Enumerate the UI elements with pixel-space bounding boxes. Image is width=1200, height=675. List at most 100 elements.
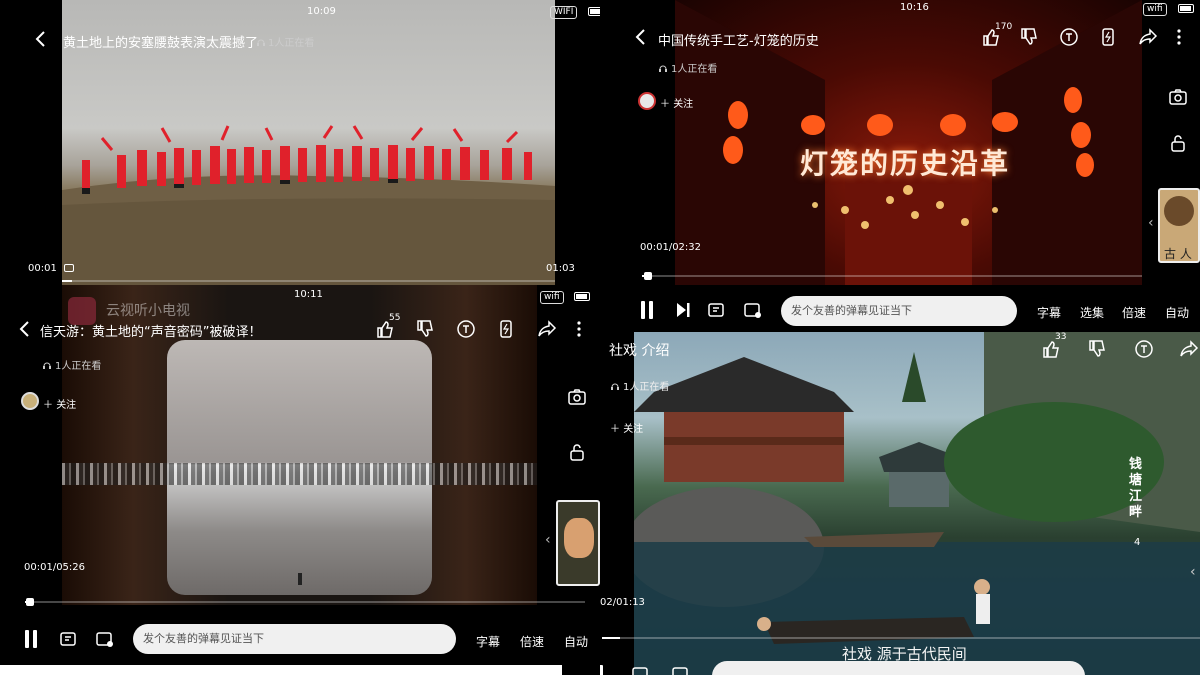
video-panel-lantern: 灯笼的历史沿革 10:16 wifi 中国传统手工艺-灯笼的历史 170 1人正…: [600, 0, 1200, 332]
watermark-text: 云视听小电视: [106, 303, 190, 319]
noise-band: [62, 463, 537, 485]
progress-fill: [602, 637, 620, 639]
share-icon[interactable]: [1137, 26, 1159, 48]
like-count: 55: [389, 313, 401, 323]
coin-icon[interactable]: [1133, 338, 1155, 360]
listen-icon: [611, 383, 619, 390]
video-panel-xintianyou: 云视听小电视 10:11 wifi 信天游：黄土地的“声音密码”被破译！ 55 …: [0, 285, 600, 675]
dislike-icon[interactable]: [1018, 26, 1040, 48]
pause-button[interactable]: [640, 301, 654, 319]
progress-knob[interactable]: [26, 598, 34, 606]
danmu-input[interactable]: 发个友善的弹幕见证当下: [133, 624, 456, 654]
battery-icon: [574, 292, 590, 301]
progress-bar[interactable]: [62, 280, 555, 282]
danmu-settings-icon[interactable]: [670, 663, 692, 675]
time-position: 02/01:13: [600, 597, 645, 608]
pause-button[interactable]: [600, 665, 604, 675]
battery-icon: [1178, 4, 1194, 13]
avatar[interactable]: [638, 92, 656, 110]
charge-icon[interactable]: [495, 318, 517, 340]
share-icon[interactable]: [1178, 338, 1200, 360]
water-town-scene: [634, 332, 1200, 675]
viewer-count-label: 1人正在看: [268, 38, 315, 49]
progress-bar[interactable]: [602, 637, 1200, 639]
unlock-icon[interactable]: [1167, 132, 1189, 154]
viewer-count: 1人正在看: [658, 60, 717, 75]
time-position: 00:01/05:26: [24, 562, 86, 573]
follow-label: 关注: [673, 99, 694, 110]
viewer-count: 1人正在看: [256, 34, 314, 49]
follow-label: 关注: [56, 400, 77, 411]
side-thumb-text: 古 人: [1164, 247, 1192, 261]
video-panel-shexi: 钱塘江畔 4 社戏 源于古代民间 社戏 介绍 33 1人正在看 ＋ 关注 ‹ 0…: [600, 332, 1200, 675]
danmu-toggle-icon[interactable]: [630, 663, 652, 675]
progress-bar[interactable]: [25, 601, 585, 603]
camera-icon[interactable]: [566, 386, 588, 408]
coin-icon[interactable]: [455, 318, 477, 340]
network-badge: WIFI: [550, 6, 578, 19]
video-title: 信天游：黄土地的“声音密码”被破译！: [40, 325, 262, 340]
dislike-icon[interactable]: [414, 318, 436, 340]
chevron-left-icon[interactable]: ‹: [1190, 564, 1196, 580]
chevron-left-icon[interactable]: ‹: [545, 532, 551, 548]
speed-button[interactable]: 倍速: [1122, 304, 1146, 321]
video-frame[interactable]: 钱塘江畔 4 社戏 源于古代民间: [634, 332, 1200, 675]
vertical-index: 4: [1134, 537, 1141, 548]
danmu-settings-icon[interactable]: [94, 628, 116, 650]
side-thumbnail[interactable]: 古 人: [1158, 188, 1200, 263]
thumbnail-figure: [1164, 196, 1194, 226]
danmu-input[interactable]: [712, 661, 1085, 675]
follow-button[interactable]: ＋ 关注: [610, 420, 643, 435]
time-position: 00:01/02:32: [640, 242, 702, 253]
progress-knob[interactable]: [644, 272, 652, 280]
status-time: 10:16: [900, 2, 929, 13]
coin-icon[interactable]: [1058, 26, 1080, 48]
auto-button[interactable]: 自动: [564, 633, 588, 650]
next-icon[interactable]: [672, 299, 694, 321]
camera-icon[interactable]: [1167, 86, 1189, 108]
more-icon[interactable]: [1168, 26, 1190, 48]
unlock-icon[interactable]: [566, 441, 588, 463]
video-panel-ansai: 10:09 WIFI 黄土地上的安塞腰鼓表演太震撼了 1人正在看 00:01 0…: [0, 0, 600, 285]
listen-icon: [43, 362, 51, 369]
more-icon[interactable]: [568, 318, 590, 340]
danmu-placeholder: 发个友善的弹幕见证当下: [791, 304, 912, 317]
auto-button[interactable]: 自动: [1165, 304, 1189, 321]
danmu-toggle-icon[interactable]: [706, 299, 728, 321]
danmu-input[interactable]: 发个友善的弹幕见证当下: [781, 296, 1017, 326]
like-count: 33: [1055, 332, 1067, 342]
subtitle-button[interactable]: 字幕: [1037, 304, 1061, 321]
progress-fill: [62, 280, 72, 282]
status-time: 10:11: [294, 289, 323, 300]
speed-button[interactable]: 倍速: [520, 633, 544, 650]
battery-icon: [588, 7, 600, 16]
progress-bar[interactable]: [642, 275, 1142, 277]
pause-button[interactable]: [24, 630, 38, 648]
viewer-count: 1人正在看: [610, 378, 669, 393]
share-icon[interactable]: [536, 318, 558, 340]
chevron-left-icon[interactable]: ‹: [1148, 215, 1154, 231]
back-icon[interactable]: [630, 26, 652, 48]
side-thumbnail[interactable]: [556, 500, 600, 586]
bottom-bar: [0, 665, 562, 675]
network-badge: wifi: [1143, 3, 1167, 16]
charge-icon[interactable]: [1097, 26, 1119, 48]
video-title: 中国传统手工艺-灯笼的历史: [658, 34, 819, 49]
dislike-icon[interactable]: [1086, 338, 1108, 360]
danmu-mini-icon[interactable]: [64, 264, 74, 272]
follow-button[interactable]: ＋ 关注: [660, 95, 693, 110]
episodes-button[interactable]: 选集: [1080, 304, 1104, 321]
figure-silhouette: [298, 573, 302, 585]
follow-button[interactable]: ＋ 关注: [43, 396, 76, 411]
video-title: 黄土地上的安塞腰鼓表演太震撼了: [63, 36, 259, 51]
subtitle-button[interactable]: 字幕: [476, 633, 500, 650]
like-count: 170: [995, 22, 1013, 32]
danmu-settings-icon[interactable]: [742, 299, 764, 321]
vertical-caption: 钱塘江畔: [1129, 457, 1143, 520]
back-icon[interactable]: [14, 318, 36, 340]
danmu-toggle-icon[interactable]: [58, 628, 80, 650]
video-caption: 灯笼的历史沿革: [800, 147, 1011, 180]
back-icon[interactable]: [30, 28, 52, 50]
avatar[interactable]: [21, 392, 39, 410]
viewer-count-label: 1人正在看: [671, 64, 718, 75]
